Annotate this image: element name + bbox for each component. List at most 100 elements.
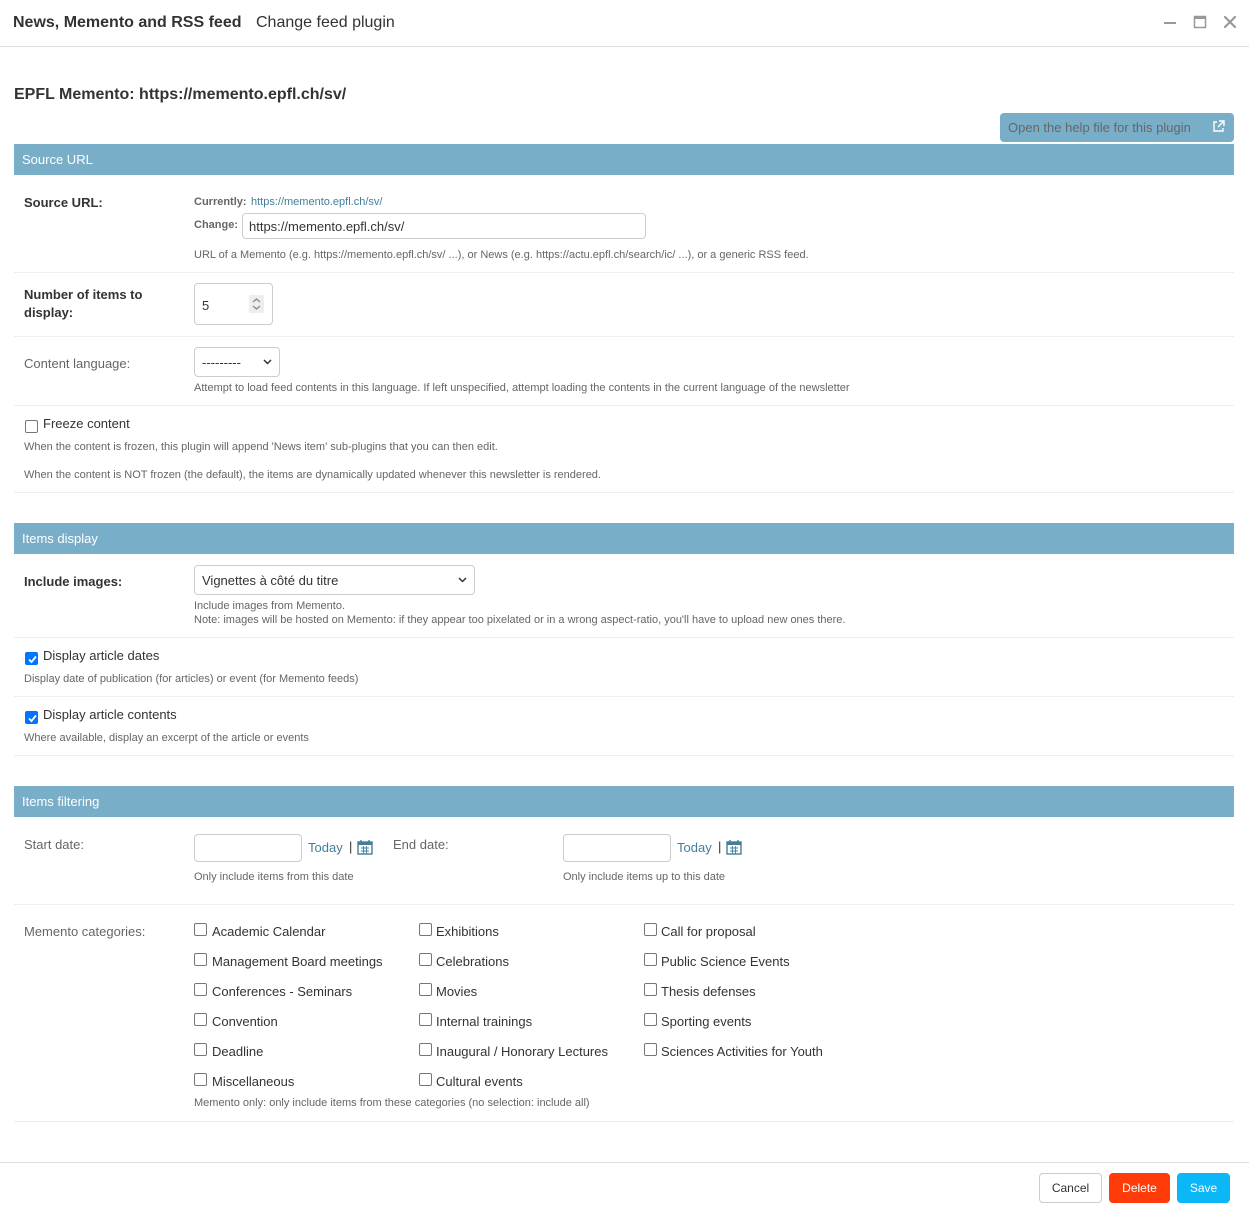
category-label[interactable]: Sporting events: [661, 1014, 751, 1029]
category-label[interactable]: Sciences Activities for Youth: [661, 1044, 823, 1059]
save-button[interactable]: Save: [1177, 1173, 1230, 1203]
include-images-label: Include images:: [24, 574, 123, 589]
freeze-content-label[interactable]: Freeze content: [43, 416, 130, 431]
content-language-label: Content language:: [24, 356, 131, 371]
category-label[interactable]: Academic Calendar: [212, 924, 325, 939]
num-items-label-line2: display:: [24, 305, 74, 320]
category-checkbox[interactable]: [194, 953, 207, 966]
category-label[interactable]: Call for proposal: [661, 924, 756, 939]
dialog-footer: Cancel Delete Save: [0, 1162, 1249, 1205]
currently-label: Currently:: [194, 196, 247, 208]
display-dates-label[interactable]: Display article dates: [43, 648, 159, 663]
external-link-icon: [1212, 120, 1225, 136]
display-contents-checkbox[interactable]: [25, 711, 38, 724]
include-images-help-2: Note: images will be hosted on Memento: …: [194, 614, 846, 626]
category-label[interactable]: Deadline: [212, 1044, 263, 1059]
display-dates-checkbox[interactable]: [25, 652, 38, 665]
chevron-down-icon: [458, 577, 467, 583]
start-date-today-link[interactable]: Today: [308, 840, 343, 855]
spinner-arrows-icon[interactable]: [249, 295, 264, 313]
source-url-help: URL of a Memento (e.g. https://memento.e…: [194, 249, 809, 261]
delete-button[interactable]: Delete: [1109, 1173, 1170, 1203]
checkmark-icon: [28, 714, 37, 723]
source-url-label: Source URL:: [24, 195, 103, 210]
section-header-display: Items display: [14, 523, 1234, 554]
open-help-button[interactable]: Open the help file for this plugin: [1000, 113, 1234, 142]
freeze-help-1: When the content is frozen, this plugin …: [24, 441, 498, 453]
category-checkbox[interactable]: [644, 1013, 657, 1026]
category-label[interactable]: Internal trainings: [436, 1014, 532, 1029]
start-date-label: Start date:: [24, 837, 84, 852]
category-label[interactable]: Convention: [212, 1014, 278, 1029]
category-label[interactable]: Public Science Events: [661, 954, 790, 969]
category-checkbox[interactable]: [194, 1013, 207, 1026]
category-checkbox[interactable]: [644, 983, 657, 996]
category-checkbox[interactable]: [419, 923, 432, 936]
calendar-icon[interactable]: [726, 839, 742, 855]
freeze-content-checkbox[interactable]: [25, 420, 38, 433]
section-header-filtering: Items filtering: [14, 786, 1234, 817]
category-checkbox[interactable]: [419, 1043, 432, 1056]
divider: [14, 904, 1234, 905]
category-label[interactable]: Management Board meetings: [212, 954, 383, 969]
category-checkbox[interactable]: [419, 1073, 432, 1086]
start-date-input[interactable]: [194, 834, 302, 862]
category-checkbox[interactable]: [194, 1073, 207, 1086]
category-checkbox[interactable]: [419, 1013, 432, 1026]
currently-link[interactable]: https://memento.epfl.ch/sv/: [251, 196, 382, 208]
close-icon[interactable]: [1221, 13, 1239, 31]
divider: [14, 492, 1234, 493]
section-title-display: Items display: [22, 531, 98, 546]
category-label[interactable]: Miscellaneous: [212, 1074, 294, 1089]
source-url-input[interactable]: [242, 213, 646, 239]
category-checkbox[interactable]: [644, 953, 657, 966]
maximize-icon[interactable]: [1191, 13, 1209, 31]
categories-help: Memento only: only include items from th…: [194, 1097, 590, 1109]
category-checkbox[interactable]: [194, 923, 207, 936]
end-date-input[interactable]: [563, 834, 671, 862]
content-language-value: ---------: [202, 355, 241, 370]
divider: [14, 336, 1234, 337]
num-items-value: 5: [202, 298, 210, 313]
section-header-source: Source URL: [14, 144, 1234, 175]
category-checkbox[interactable]: [644, 923, 657, 936]
window-subtitle: Change feed plugin: [256, 14, 395, 31]
categories-label: Memento categories:: [24, 924, 146, 939]
category-label[interactable]: Celebrations: [436, 954, 509, 969]
include-images-help-1: Include images from Memento.: [194, 600, 346, 612]
category-checkbox[interactable]: [419, 953, 432, 966]
end-date-label: End date:: [393, 837, 449, 852]
category-label[interactable]: Exhibitions: [436, 924, 499, 939]
category-label[interactable]: Cultural events: [436, 1074, 523, 1089]
divider: [14, 1121, 1234, 1122]
chevron-down-icon: [263, 359, 272, 365]
end-date-help: Only include items up to this date: [563, 871, 726, 883]
end-date-today-link[interactable]: Today: [677, 840, 712, 855]
calendar-icon[interactable]: [357, 839, 373, 855]
category-checkbox[interactable]: [644, 1043, 657, 1056]
category-label[interactable]: Thesis defenses: [661, 984, 756, 999]
currently-url[interactable]: https://memento.epfl.ch/sv/: [251, 196, 382, 208]
category-label[interactable]: Inaugural / Honorary Lectures: [436, 1044, 608, 1059]
start-date-separator: |: [349, 839, 353, 854]
display-contents-help: Where available, display an excerpt of t…: [24, 732, 309, 744]
category-checkbox[interactable]: [419, 983, 432, 996]
divider: [14, 405, 1234, 406]
display-contents-label[interactable]: Display article contents: [43, 707, 177, 722]
minimize-icon[interactable]: [1161, 13, 1179, 31]
num-items-label-line1: Number of items to: [24, 287, 143, 302]
category-label[interactable]: Movies: [436, 984, 477, 999]
include-images-value: Vignettes à côté du titre: [202, 573, 339, 588]
divider: [14, 637, 1234, 638]
checkmark-icon: [28, 655, 37, 664]
category-label[interactable]: Conferences - Seminars: [212, 984, 352, 999]
freeze-help-2: When the content is NOT frozen (the defa…: [24, 469, 601, 481]
divider: [14, 696, 1234, 697]
category-checkbox[interactable]: [194, 1043, 207, 1056]
content-language-select[interactable]: ---------: [194, 347, 280, 377]
category-checkbox[interactable]: [194, 983, 207, 996]
change-label: Change:: [194, 219, 238, 231]
cancel-button[interactable]: Cancel: [1039, 1173, 1102, 1203]
include-images-select[interactable]: Vignettes à côté du titre: [194, 565, 475, 595]
num-items-stepper[interactable]: 5: [194, 283, 273, 325]
